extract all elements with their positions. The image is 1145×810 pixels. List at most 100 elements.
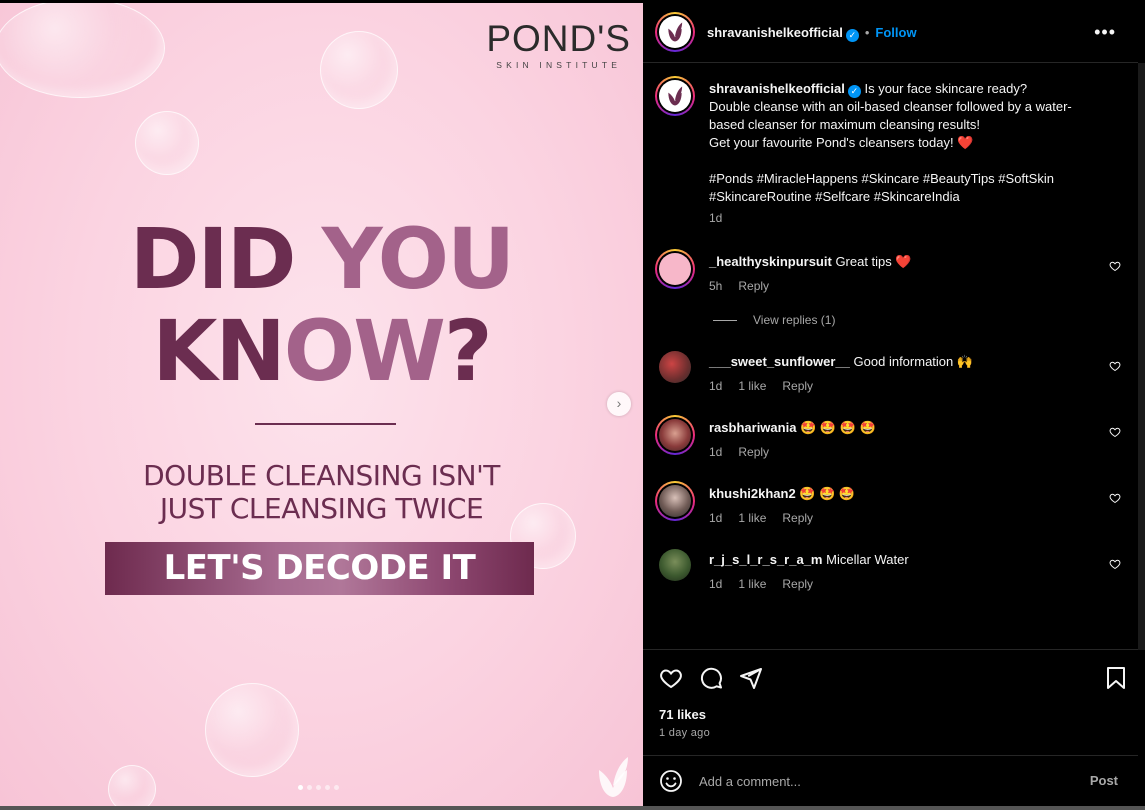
ponds-leaf-icon <box>668 86 683 106</box>
verified-badge-icon: ✓ <box>847 85 861 98</box>
carousel-dot <box>334 785 339 790</box>
caption-body: shravanishelkeofficial ✓ Is your face ski… <box>709 80 1109 227</box>
divider <box>255 423 396 425</box>
bookmark-icon[interactable] <box>1105 666 1127 690</box>
comment-body: khushi2khan2 🤩 🤩 🤩 <box>709 485 855 503</box>
caption-text: Is your face skincare ready? <box>864 81 1028 96</box>
reply-button[interactable]: Reply <box>782 577 813 591</box>
username-link[interactable]: rasbhariwania <box>709 420 796 435</box>
comment-body: _healthyskinpursuit Great tips ❤️ <box>709 253 912 271</box>
comment-body: rasbhariwania 🤩 🤩 🤩 🤩 <box>709 419 876 437</box>
separator-dot: • <box>864 25 870 40</box>
comment-emoji: 🙌 <box>956 354 974 369</box>
comment-body: ___sweet_sunflower__ Good information 🙌 <box>709 353 973 371</box>
reply-button[interactable]: Reply <box>782 379 813 393</box>
comment-likes[interactable]: 1 like <box>738 511 766 525</box>
view-replies-button[interactable]: View replies (1) <box>713 313 835 327</box>
caption-time: 1d <box>709 211 723 225</box>
username-link[interactable]: ___sweet_sunflower__ <box>709 354 850 369</box>
heart-emoji: ❤️ <box>957 135 974 150</box>
headline-text: KN <box>152 302 285 400</box>
avatar[interactable] <box>655 12 695 52</box>
avatar[interactable] <box>655 76 695 116</box>
scrollbar[interactable] <box>1138 63 1145 650</box>
subheadline-line: DOUBLE CLEANSING ISN'T <box>143 459 500 492</box>
post-button[interactable]: Post <box>1090 773 1118 788</box>
headline-line-2: KNOW? <box>0 305 643 397</box>
comment-body: r_j_s_l_r_s_r_a_m Micellar Water <box>709 551 909 569</box>
username-link[interactable]: _healthyskinpursuit <box>709 254 832 269</box>
caption-text: based cleanser for maximum cleansing res… <box>709 117 980 132</box>
headline-text: YOU <box>321 210 515 308</box>
reply-button[interactable]: Reply <box>738 445 769 459</box>
decode-banner: LET'S DECODE IT <box>105 542 534 595</box>
comment-emoji: ❤️ <box>895 254 912 269</box>
carousel-dot <box>298 785 303 790</box>
brand-logo: POND'S SKIN INSTITUTE <box>486 20 631 70</box>
reply-button[interactable]: Reply <box>782 511 813 525</box>
headline-text: OW <box>283 302 446 400</box>
avatar[interactable] <box>655 415 695 455</box>
caption-hashtags[interactable]: #SkincareRoutine #Selfcare #SkincareIndi… <box>709 188 1109 206</box>
follow-button[interactable]: Follow <box>875 25 916 40</box>
comment-meta: 1d 1 like Reply <box>709 511 829 525</box>
heart-icon[interactable] <box>1109 492 1121 504</box>
verified-badge-icon: ✓ <box>845 29 859 42</box>
post-time: 1 day ago <box>659 727 711 739</box>
carousel-dot <box>307 785 312 790</box>
bubble-decoration <box>108 765 156 806</box>
bubble-decoration <box>320 31 398 109</box>
share-icon[interactable] <box>739 666 763 690</box>
comment-time: 1d <box>709 577 723 591</box>
comment-likes[interactable]: 1 like <box>738 577 766 591</box>
comment-text: Micellar Water <box>826 552 909 567</box>
comment-input[interactable] <box>699 771 1059 791</box>
username-link[interactable]: shravanishelkeofficial <box>707 25 843 40</box>
comment-meta: 1d Reply <box>709 445 785 459</box>
comment-text: Good information <box>853 354 954 369</box>
heart-icon[interactable] <box>1109 360 1121 372</box>
brand-subtitle: SKIN INSTITUTE <box>496 60 622 70</box>
heart-icon[interactable] <box>1109 260 1121 272</box>
comments-list[interactable]: shravanishelkeofficial ✓ Is your face ski… <box>643 64 1138 649</box>
avatar[interactable] <box>659 549 691 581</box>
bubble-decoration <box>205 683 299 777</box>
ponds-leaf-icon <box>668 22 683 42</box>
avatar[interactable] <box>655 481 695 521</box>
divider <box>713 319 737 321</box>
username-link[interactable]: r_j_s_l_r_s_r_a_m <box>709 552 823 567</box>
reply-button[interactable]: Reply <box>738 279 769 293</box>
comment-emoji: 🤩 🤩 🤩 <box>799 486 856 501</box>
comment-icon[interactable] <box>699 666 723 690</box>
subheadline-line: JUST CLEANSING TWICE <box>159 492 484 525</box>
comment-meta: 1d 1 like Reply <box>709 379 829 393</box>
bubble-decoration <box>0 3 165 98</box>
likes-count[interactable]: 71 likes <box>659 707 706 722</box>
subheadline: DOUBLE CLEANSING ISN'T JUST CLEANSING TW… <box>0 459 643 525</box>
carousel-indicator <box>298 785 339 790</box>
more-horizontal-icon[interactable]: ••• <box>1094 23 1116 41</box>
view-replies-label[interactable]: View replies (1) <box>753 313 835 327</box>
carousel-dot <box>316 785 321 790</box>
avatar[interactable] <box>655 249 695 289</box>
username-link[interactable]: shravanishelkeofficial <box>709 81 845 96</box>
comment-likes[interactable]: 1 like <box>738 379 766 393</box>
comment-time: 1d <box>709 445 723 459</box>
avatar[interactable] <box>659 351 691 383</box>
heart-icon[interactable] <box>1109 426 1121 438</box>
comment-text: Great tips <box>835 254 892 269</box>
headline-text: DID <box>129 210 322 308</box>
smiley-icon[interactable] <box>659 769 683 793</box>
comment-emoji: 🤩 🤩 🤩 🤩 <box>800 420 876 435</box>
post-header: shravanishelkeofficial ✓ • Follow ••• <box>643 0 1138 63</box>
heart-icon[interactable] <box>1109 558 1121 570</box>
username-link[interactable]: khushi2khan2 <box>709 486 796 501</box>
comment-composer: Post <box>643 755 1138 807</box>
ponds-leaf-icon <box>599 757 628 797</box>
heart-icon[interactable] <box>659 666 683 690</box>
post-actions: 71 likes 1 day ago <box>643 649 1138 755</box>
caption-hashtags[interactable]: #Ponds #MiracleHappens #Skincare #Beauty… <box>709 170 1109 188</box>
post-media[interactable]: POND'S SKIN INSTITUTE DID YOU KNOW? DOUB… <box>0 3 643 806</box>
comment-meta: 5h Reply <box>709 279 785 293</box>
chevron-right-icon[interactable]: › <box>607 392 631 416</box>
